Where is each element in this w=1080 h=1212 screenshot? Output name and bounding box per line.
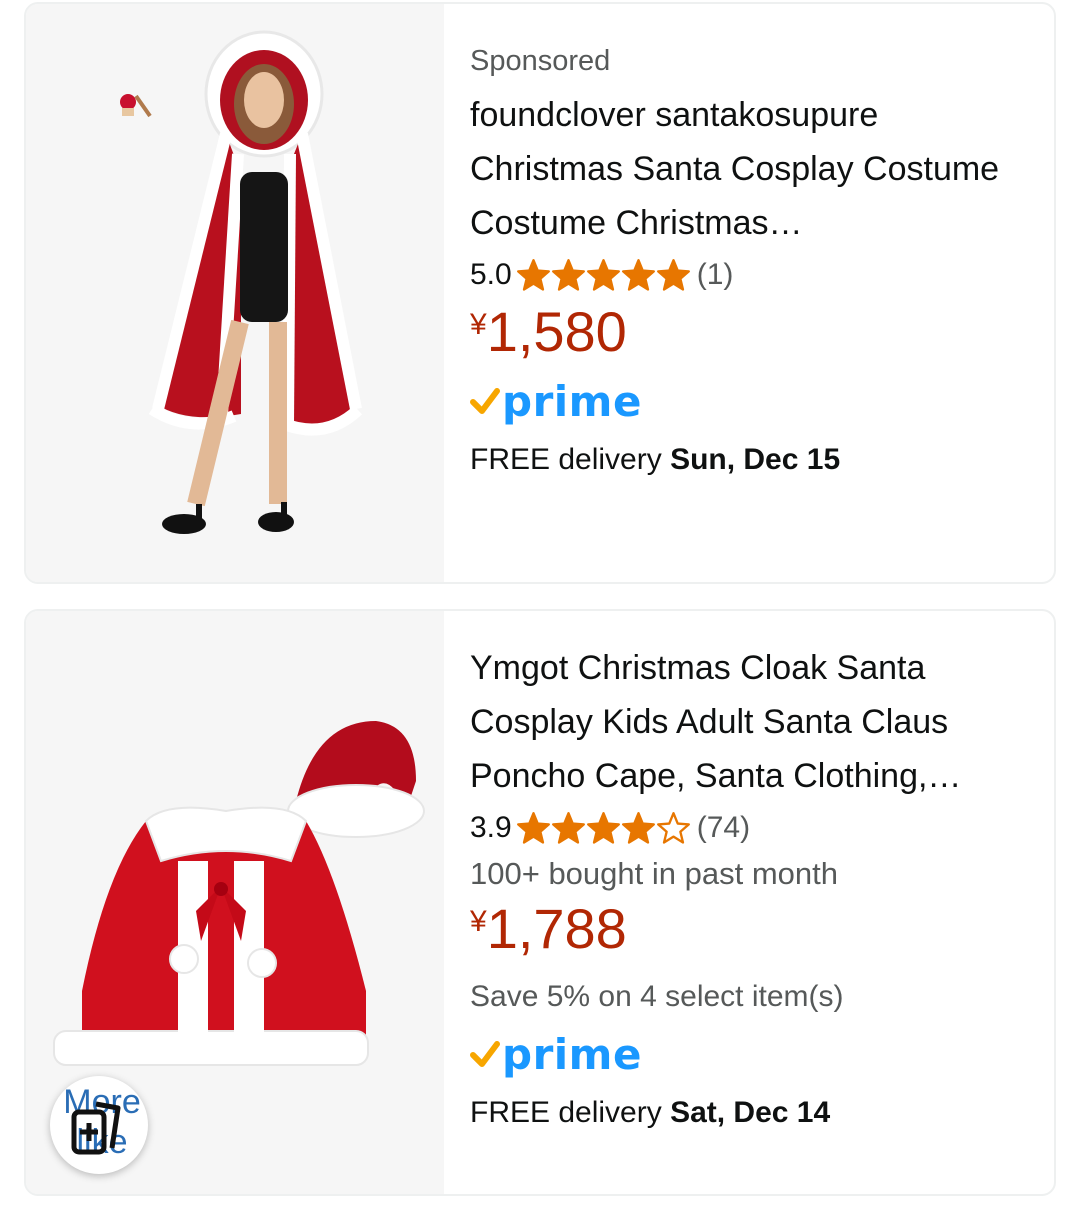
star-full-icon (516, 811, 550, 844)
star-full-icon (586, 811, 620, 844)
prime-label: prime (502, 376, 642, 426)
product-image[interactable] (26, 4, 444, 582)
delivery-info: FREE delivery Sat, Dec 14 (470, 1091, 1024, 1135)
prime-badge: prime (470, 1025, 1024, 1083)
product-info: Sponsored foundclover santakosupure Chri… (470, 42, 1024, 482)
rating-value: 5.0 (470, 258, 512, 291)
prime-check-icon (470, 1041, 500, 1067)
product-card[interactable]: Sponsored foundclover santakosupure Chri… (24, 2, 1056, 584)
star-rating (516, 258, 691, 293)
delivery-date: Sun, Dec 15 (670, 443, 841, 476)
delivery-prefix: FREE delivery (470, 443, 671, 476)
price-value: 1,580 (486, 300, 627, 363)
star-rating (516, 811, 691, 846)
small-badge-icon (120, 94, 152, 118)
search-results-list: Sponsored foundclover santakosupure Chri… (0, 0, 1080, 1212)
product-title[interactable]: foundclover santakosupure Christmas Sant… (470, 88, 1024, 250)
currency-symbol: ¥ (470, 308, 487, 341)
delivery-info: FREE delivery Sun, Dec 15 (470, 438, 1024, 482)
bought-count: 100+ bought in past month (470, 856, 838, 891)
star-full-icon (516, 258, 550, 291)
star-full-icon (586, 258, 620, 291)
prime-check-icon (470, 388, 500, 414)
star-full-icon (621, 811, 655, 844)
star-full-icon (621, 258, 655, 291)
product-info: Ymgot Christmas Cloak Santa Cosplay Kids… (470, 641, 1024, 1135)
rating-value: 3.9 (470, 811, 512, 844)
price-value: 1,788 (486, 897, 627, 960)
prime-badge: prime (470, 372, 1024, 430)
save-offer[interactable]: Save 5% on 4 select item(s) (470, 969, 1024, 1025)
santa-cloak-woman-image (120, 30, 363, 534)
price: ¥ 1,788 (470, 897, 1024, 969)
star-full-icon (656, 258, 690, 291)
delivery-date: Sat, Dec 14 (670, 1096, 831, 1129)
rating-row[interactable]: 3.9 (74) (470, 803, 1024, 853)
currency-symbol: ¥ (470, 905, 487, 938)
rating-row[interactable]: 5.0 (1) (470, 250, 1024, 300)
star-full-icon (551, 258, 585, 291)
prime-label: prime (502, 1029, 642, 1079)
delivery-prefix: FREE delivery (470, 1096, 671, 1129)
product-card[interactable]: Ymgot Christmas Cloak Santa Cosplay Kids… (24, 609, 1056, 1196)
sponsored-label: Sponsored (470, 45, 611, 77)
review-count: (1) (696, 258, 734, 291)
star-empty-icon (656, 811, 690, 844)
review-count: (74) (696, 811, 751, 844)
price: ¥ 1,580 (470, 300, 1024, 372)
product-title[interactable]: Ymgot Christmas Cloak Santa Cosplay Kids… (470, 641, 1024, 803)
more-like-button[interactable]: More like (50, 1076, 148, 1174)
more-like-icon (71, 1101, 121, 1155)
star-full-icon (551, 811, 585, 844)
